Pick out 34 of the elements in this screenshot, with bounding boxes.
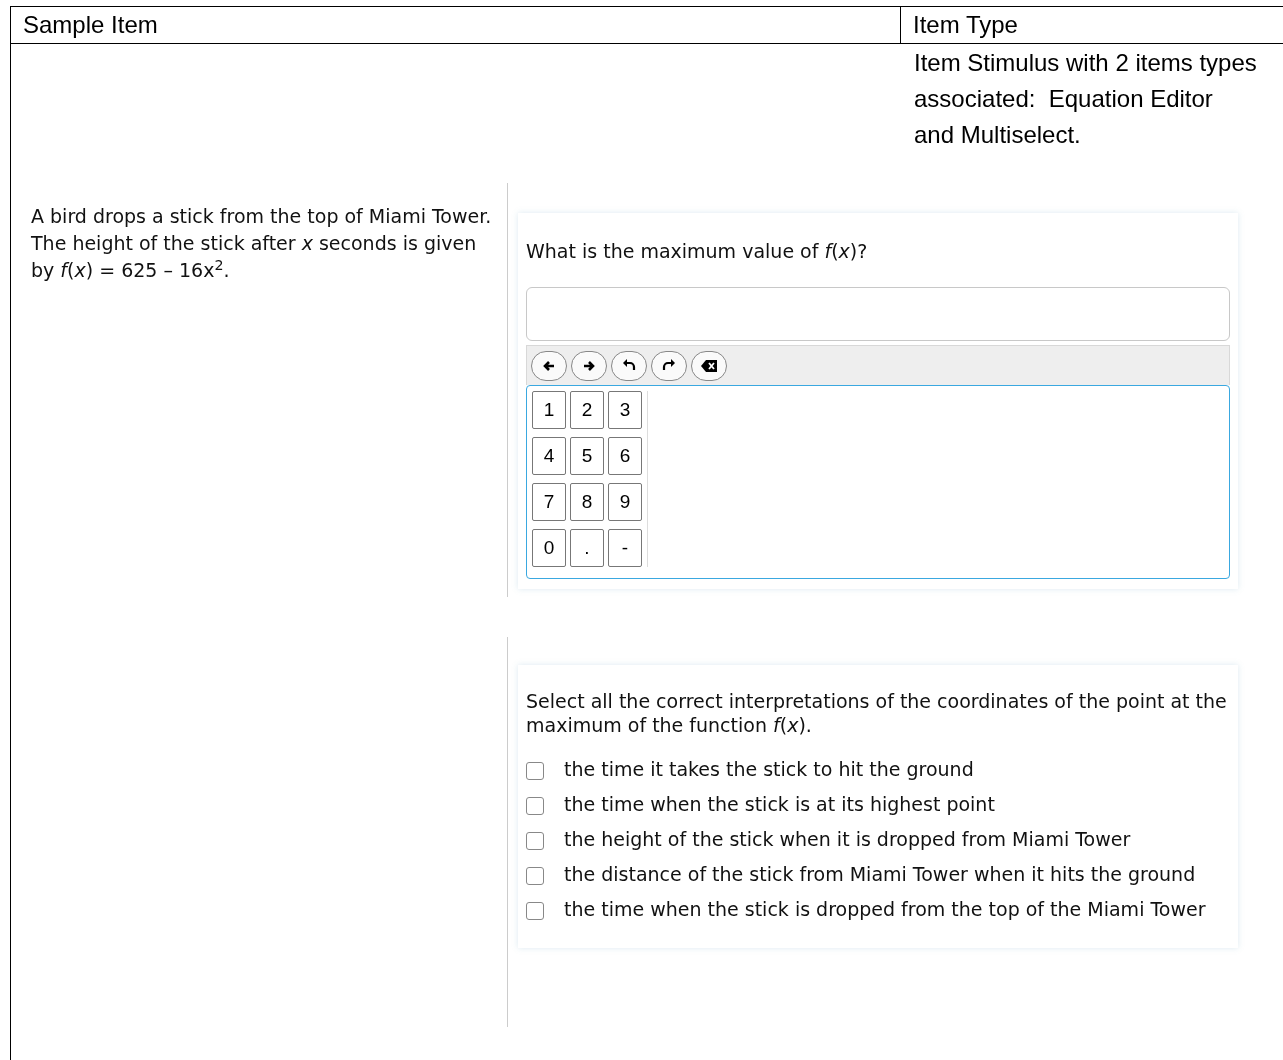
checkbox[interactable] [526, 797, 544, 815]
column-header: Item Type [912, 10, 1018, 40]
keypad-key[interactable]: . [570, 529, 604, 567]
backspace-button[interactable] [691, 350, 727, 381]
answer-field[interactable] [526, 287, 1230, 341]
keypad-key[interactable]: 6 [608, 437, 642, 475]
keypad-key[interactable]: 0 [532, 529, 566, 567]
checkbox[interactable] [526, 902, 544, 920]
option-label: the height of the stick when it is dropped from Miami Tower [564, 829, 1131, 850]
column-header: Sample Item [11, 7, 901, 43]
question-prompt: Select all the correct interpretations of the coordinates of the point at the maximum of the function f(x). [526, 689, 1228, 737]
stimulus-text: A bird drops a stick from the top of Miami Tower. The height of the stick after x seconds is given by f(x) = 625 – 16x$^{2}$. [30, 204, 493, 283]
undo-button[interactable] [611, 350, 647, 381]
checkbox[interactable] [526, 762, 544, 780]
keypad-key[interactable]: 7 [532, 483, 566, 521]
keypad-key[interactable]: 9 [608, 483, 642, 521]
checkbox[interactable] [526, 832, 544, 850]
option-label: the time when the stick is at its highest point [564, 794, 995, 815]
item-type-text: Item Stimulus with 2 items types associated: Equation Editor and Multiselect. [914, 48, 1258, 150]
checkbox[interactable] [526, 867, 544, 885]
keypad-key[interactable]: 8 [570, 483, 604, 521]
keypad-key[interactable]: 4 [532, 437, 566, 475]
keypad-key[interactable]: 2 [570, 391, 604, 429]
question-prompt: What is the maximum value of f(x)? [526, 239, 869, 263]
option-label: the distance of the stick from Miami Tower when it hits the ground [564, 864, 1196, 885]
keypad-key[interactable]: - [608, 529, 642, 567]
option-label: the time it takes the stick to hit the ground [564, 759, 974, 780]
keypad-key[interactable]: 1 [532, 391, 566, 429]
option-label: the time when the stick is dropped from the top of the Miami Tower [564, 899, 1206, 920]
keypad-key[interactable]: 5 [570, 437, 604, 475]
redo-button[interactable] [651, 350, 687, 381]
right-arrow-button[interactable] [571, 350, 607, 381]
keypad-key[interactable]: 3 [608, 391, 642, 429]
left-arrow-button[interactable] [531, 350, 567, 381]
